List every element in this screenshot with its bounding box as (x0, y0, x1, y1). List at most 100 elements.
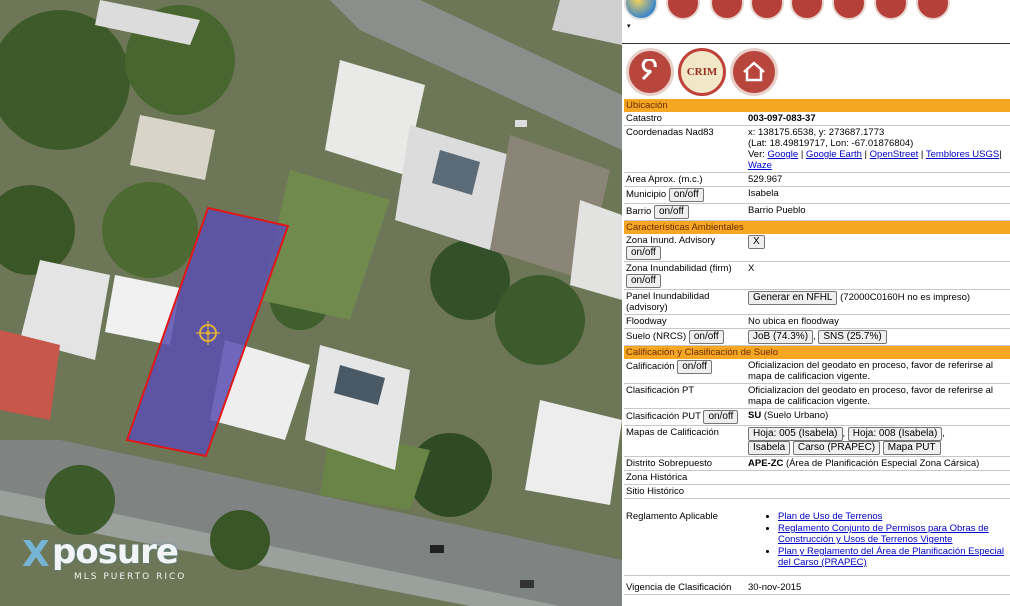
field-label: Clasificación PUT (626, 411, 701, 422)
row-zona-inund-firm: Zona Inundabilidad (firm) on/off X (624, 261, 1010, 290)
distrito-code: APE-ZC (748, 458, 784, 469)
field-label: Barrio (626, 206, 652, 217)
calificacion-value: Oficializacion del geodato en proceso, f… (746, 359, 1010, 384)
field-label: Vigencia de Clasificación (624, 575, 746, 595)
barrio-value: Barrio Pueblo (746, 203, 1010, 221)
row-zona-historica: Zona Histórica (624, 470, 1010, 485)
zona-firm-toggle-button[interactable]: on/off (626, 274, 661, 288)
area-value: 529.967 (746, 172, 1010, 187)
link-prapec[interactable]: Plan y Reglamento del Área de Planificac… (778, 546, 1004, 568)
coordinate-links: Ver: Google | Google Earth | OpenStreet … (748, 149, 1002, 171)
edit-icon[interactable] (832, 0, 866, 20)
suelo-toggle-button[interactable]: on/off (688, 330, 724, 344)
field-label: Floodway (624, 314, 746, 329)
section-ambientales: Características Ambientales (624, 220, 1010, 234)
reglamento-list: Plan de Uso de Terrenos Reglamento Conju… (748, 511, 1008, 568)
floodway-value: No ubica en floodway (746, 314, 1010, 329)
row-clasificacion-pt: Clasificación PT Oficializacion del geod… (624, 383, 1010, 409)
layers-icon[interactable] (666, 0, 700, 20)
municipio-toggle-button[interactable]: on/off (668, 188, 704, 202)
generar-nfhl-button[interactable]: Generar en NFHL (748, 291, 838, 305)
search-icon[interactable] (790, 0, 824, 20)
info-panel: ▾ CRIM Ubicación Catastro 003-097-083-37… (622, 0, 1010, 606)
ver-label: Ver: (748, 149, 765, 160)
sitio-historico-value (746, 484, 1010, 499)
row-floodway: Floodway No ubica en floodway (624, 314, 1010, 329)
row-catastro: Catastro 003-097-083-37 (624, 112, 1010, 126)
clasificacion-put-toggle-button[interactable]: on/off (703, 410, 739, 424)
crim-logo-text: CRIM (686, 66, 718, 78)
house-logo[interactable] (730, 48, 778, 96)
globe-icon[interactable] (624, 0, 658, 20)
row-suelo: Suelo (NRCS) on/off JoB (74.3%), SNS (25… (624, 328, 1010, 346)
put-value: (Suelo Urbano) (763, 410, 829, 421)
field-label: Zona Histórica (624, 470, 746, 485)
crim-logo[interactable]: CRIM (678, 48, 726, 96)
barrio-toggle-button[interactable]: on/off (653, 205, 689, 219)
section-calificacion: Calificación y Clasificación de Suelo (624, 345, 1010, 359)
property-info-table: Ubicación Catastro 003-097-083-37 Coorde… (624, 99, 1010, 595)
section-title: Características Ambientales (624, 220, 1010, 234)
watermark-brand: posure (52, 532, 179, 572)
link-reglamento-conjunto[interactable]: Reglamento Conjunto de Permisos para Obr… (778, 523, 989, 545)
zona-advisory-x-button[interactable]: X (748, 235, 765, 249)
link-google-earth[interactable]: Google Earth (806, 149, 862, 160)
zona-firm-value: X (746, 261, 1010, 290)
coordinates-xy: x: 138175.6538, y: 273687.1773 (748, 127, 885, 138)
upload-icon[interactable] (916, 0, 950, 20)
catastro-value: 003-097-083-37 (748, 113, 816, 124)
zona-historica-value (746, 470, 1010, 485)
field-label: Sitio Histórico (624, 484, 746, 499)
soil-job-button[interactable]: JoB (74.3%) (748, 330, 814, 344)
calificacion-toggle-button[interactable]: on/off (677, 360, 713, 374)
hoja-008-button[interactable]: Hoja: 008 (Isabela) (847, 427, 943, 441)
layers-icon[interactable] (710, 0, 744, 20)
row-area: Area Aprox. (m.c.) 529.967 (624, 172, 1010, 187)
coordinates-latlon: (Lat: 18.49819717, Lon: -67.01876804) (748, 138, 914, 149)
row-zona-inund-advisory: Zona Inund. Advisory on/off X (624, 234, 1010, 262)
watermark-x: X (22, 534, 50, 575)
tool-logo[interactable] (626, 48, 674, 96)
toolbar: ▾ (622, 0, 1010, 30)
row-reglamento: Reglamento Aplicable Plan de Uso de Terr… (624, 498, 1010, 576)
panel-value: (72000C0160H no es impreso) (840, 292, 971, 303)
link-waze[interactable]: Waze (748, 160, 772, 171)
link-temblores-usgs[interactable]: Temblores USGS (926, 149, 999, 160)
distrito-value: (Área de Planificación Especial Zona Cár… (786, 458, 980, 469)
field-label: Mapas de Calificación (624, 425, 746, 457)
print-icon[interactable] (750, 0, 784, 20)
row-municipio: Municipio on/off Isabela (624, 186, 1010, 204)
row-coordenadas: Coordenadas Nad83 x: 138175.6538, y: 273… (624, 125, 1010, 173)
vigencia-value: 30-nov-2015 (746, 575, 1010, 595)
link-google[interactable]: Google (768, 149, 799, 160)
field-label: Reglamento Aplicable (624, 498, 746, 576)
row-barrio: Barrio on/off Barrio Pueblo (624, 203, 1010, 221)
row-distrito: Distrito Sobrepuesto APE-ZC (Área de Pla… (624, 456, 1010, 471)
dropdown-arrow-icon[interactable]: ▾ (627, 22, 631, 30)
row-clasificacion-put: Clasificación PUT on/off SU (Suelo Urban… (624, 408, 1010, 426)
carso-prapec-button[interactable]: Carso (PRAPEC) (792, 441, 881, 455)
link-plan-uso-terrenos[interactable]: Plan de Uso de Terrenos (778, 511, 882, 522)
aerial-map[interactable]: X posure MLS PUERTO RICO (0, 0, 622, 606)
isabela-map-button[interactable]: Isabela (748, 441, 791, 455)
soil-sns-button[interactable]: SNS (25.7%) (818, 330, 887, 344)
printer-icon[interactable] (874, 0, 908, 20)
field-label: Zona Inundabilidad (firm) (626, 263, 732, 274)
municipio-value: Isabela (746, 186, 1010, 204)
exposure-watermark: X posure MLS PUERTO RICO (22, 532, 192, 594)
field-label: Suelo (NRCS) (626, 331, 687, 342)
hoja-005-button[interactable]: Hoja: 005 (Isabela) (748, 427, 843, 441)
field-label: Coordenadas Nad83 (624, 125, 746, 173)
zona-advisory-toggle-button[interactable]: on/off (626, 246, 661, 260)
field-label: Panel Inundabilidad (advisory) (624, 289, 746, 315)
put-code: SU (748, 410, 762, 421)
field-label: Clasificación PT (624, 383, 746, 409)
row-vigencia: Vigencia de Clasificación 30-nov-2015 (624, 575, 1010, 595)
section-ubicacion: Ubicación (624, 99, 1010, 112)
field-label: Zona Inund. Advisory (626, 235, 716, 246)
field-label: Distrito Sobrepuesto (624, 456, 746, 471)
field-label: Calificación (626, 361, 675, 372)
section-title: Ubicación (624, 99, 1010, 112)
link-openstreet[interactable]: OpenStreet (870, 149, 919, 160)
mapa-put-button[interactable]: Mapa PUT (882, 441, 941, 455)
